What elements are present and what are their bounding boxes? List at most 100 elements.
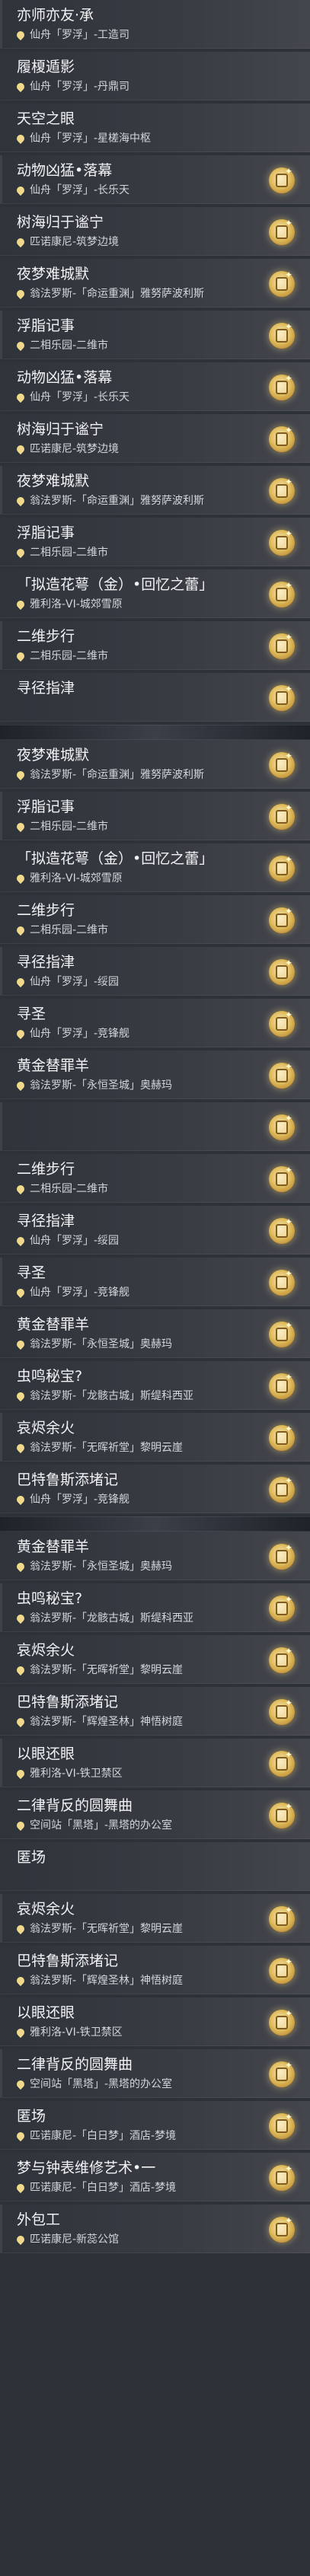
mission-location: 仙舟「罗浮」-竞锋舰 (14, 1286, 129, 1299)
location-text: 翁法罗斯-「辉煌圣林」神悟树庭 (30, 1716, 184, 1728)
mission-item[interactable]: 虫鸣秘宝? 翁法罗斯-「龙骸古城」斯缇科西亚 (0, 1361, 310, 1410)
new-mission-badge-icon[interactable] (269, 166, 295, 193)
mission-item[interactable]: 巴特鲁斯添堵记 仙舟「罗浮」-竞锋舰 (0, 1465, 310, 1513)
new-mission-badge-icon[interactable] (269, 1905, 295, 1932)
location-text: 空间站「黑塔」-黑塔的办公室 (30, 2078, 173, 2090)
mission-item[interactable]: 浮脂记事 二相乐园-二维市 (0, 311, 310, 359)
new-mission-badge-icon[interactable] (269, 854, 295, 882)
mission-item[interactable]: 夜梦难城默 翁法罗斯-「命运重渊」雅努萨波利斯 (0, 466, 310, 515)
mission-item[interactable]: 哀烬余火 翁法罗斯-「无晖祈堂」黎明云崖 (0, 1635, 310, 1684)
new-mission-badge-icon[interactable] (269, 1698, 295, 1725)
new-mission-badge-icon[interactable] (269, 1216, 295, 1244)
new-mission-badge-icon[interactable] (269, 269, 295, 297)
mission-item[interactable]: 履榎遁影 仙舟「罗浮」-丹鼎司 (0, 52, 310, 100)
mission-item[interactable]: 黄金替罪羊 翁法罗斯-「永恒圣城」奥赫玛 (0, 1309, 310, 1358)
mission-item[interactable]: 以眼还眼 雅利洛-VI-铁卫禁区 (0, 1739, 310, 1787)
new-mission-badge-icon[interactable] (269, 373, 295, 400)
mission-title: 天空之眼 (17, 110, 75, 127)
mission-item[interactable]: 寻径指津 (0, 673, 310, 722)
mission-location: 仙舟「罗浮」-绥园 (14, 1234, 119, 1248)
mission-item[interactable]: 二律背反的圆舞曲 空间站「黑塔」-黑塔的办公室 (0, 2049, 310, 2098)
location-pin-icon (14, 495, 27, 507)
mission-item[interactable] (0, 1102, 310, 1151)
mission-title: 哀烬余火 (17, 1642, 75, 1659)
new-mission-badge-icon[interactable] (269, 2008, 295, 2036)
mission-item[interactable]: 树海归于谧宁 匹诺康尼-筑梦边境 (0, 414, 310, 463)
new-mission-badge-icon[interactable] (269, 632, 295, 659)
mission-item[interactable]: 二维步行 二相乐园-二维市 (0, 895, 310, 944)
mission-item[interactable]: 以眼还眼 雅利洛-VI-铁卫禁区 (0, 1997, 310, 2046)
new-mission-badge-icon[interactable] (269, 425, 295, 452)
mission-title: 二维步行 (17, 1161, 75, 1178)
mission-item[interactable]: 黄金替罪羊 翁法罗斯-「永恒圣城」奥赫玛 (0, 1050, 310, 1099)
mission-item[interactable]: 二维步行 二相乐园-二维市 (0, 1154, 310, 1203)
new-mission-badge-icon[interactable] (269, 1061, 295, 1089)
new-mission-badge-icon[interactable] (269, 802, 295, 830)
new-mission-badge-icon[interactable] (269, 1542, 295, 1570)
new-mission-badge-icon[interactable] (269, 1009, 295, 1037)
mission-item[interactable]: 寻径指津 仙舟「罗浮」-绥园 (0, 947, 310, 996)
new-mission-badge-icon[interactable] (269, 321, 295, 349)
mission-item[interactable]: 「拟造花萼（金）•回忆之蕾」 雅利洛-VI-城郊雪原 (0, 843, 310, 892)
new-mission-badge-icon[interactable] (269, 684, 295, 711)
location-pin-icon (14, 340, 27, 352)
mission-item[interactable]: 夜梦难城默 翁法罗斯-「命运重渊」雅努萨波利斯 (0, 740, 310, 789)
new-mission-badge-icon[interactable] (269, 1372, 295, 1399)
location-pin-icon (14, 1494, 27, 1506)
mission-item[interactable]: 哀烬余火 翁法罗斯-「无晖祈堂」黎明云崖 (0, 1894, 310, 1943)
location-text: 匹诺康尼-筑梦边境 (30, 236, 120, 248)
location-pin-icon (14, 1819, 27, 1832)
new-mission-badge-icon[interactable] (269, 1646, 295, 1673)
mission-item[interactable]: 巴特鲁斯添堵记 翁法罗斯-「辉煌圣林」神悟树庭 (0, 1946, 310, 1994)
mission-item[interactable]: 亦师亦友·承 仙舟「罗浮」-工造司 (0, 0, 310, 49)
mission-item[interactable]: 梦与钟表维修艺术•一 匹诺康尼-「白日梦」酒店-梦境 (0, 2153, 310, 2201)
new-mission-badge-icon[interactable] (269, 2215, 295, 2243)
new-mission-badge-icon[interactable] (269, 751, 295, 778)
new-mission-badge-icon[interactable] (269, 1956, 295, 1984)
mission-item[interactable]: 哀烬余火 翁法罗斯-「无晖祈堂」黎明云崖 (0, 1413, 310, 1462)
mission-item[interactable]: 夜梦难城默 翁法罗斯-「命运重渊」雅努萨波利斯 (0, 259, 310, 308)
new-mission-badge-icon[interactable] (269, 2060, 295, 2087)
new-mission-badge-icon[interactable] (269, 1749, 295, 1777)
mission-item[interactable]: 二律背反的圆舞曲 空间站「黑塔」-黑塔的办公室 (0, 1790, 310, 1839)
mission-item[interactable]: 动物凶猛•落幕 仙舟「罗浮」-长乐天 (0, 155, 310, 204)
mission-item[interactable]: 外包工 匹诺康尼-新蕊公馆 (0, 2205, 310, 2253)
mission-item[interactable]: 寻圣 仙舟「罗浮」-竞锋舰 (0, 999, 310, 1047)
mission-item[interactable]: 寻径指津 仙舟「罗浮」-绥园 (0, 1206, 310, 1255)
new-mission-badge-icon[interactable] (269, 1801, 295, 1828)
mission-item[interactable]: 黄金替罪羊 翁法罗斯-「永恒圣城」奥赫玛 (0, 1532, 310, 1580)
location-pin-icon (14, 391, 27, 403)
mission-item[interactable]: 浮脂记事 二相乐园-二维市 (0, 792, 310, 840)
mission-item[interactable]: 巴特鲁斯添堵记 翁法罗斯-「辉煌圣林」神悟树庭 (0, 1687, 310, 1736)
new-mission-badge-icon[interactable] (269, 1113, 295, 1140)
new-mission-badge-icon[interactable] (269, 958, 295, 985)
mission-item[interactable]: 虫鸣秘宝? 翁法罗斯-「龙骸古城」斯缇科西亚 (0, 1583, 310, 1632)
mission-item[interactable]: 浮脂记事 二相乐园-二维市 (0, 518, 310, 566)
location-text: 翁法罗斯-「永恒圣城」奥赫玛 (30, 1561, 173, 1573)
location-pin-icon (14, 1235, 27, 1247)
mission-item[interactable]: 寻圣 仙舟「罗浮」-竞锋舰 (0, 1258, 310, 1306)
new-mission-badge-icon[interactable] (269, 906, 295, 933)
new-mission-badge-icon[interactable] (269, 528, 295, 556)
mission-item[interactable]: 天空之眼 仙舟「罗浮」-星槎海中枢 (0, 104, 310, 152)
new-mission-badge-icon[interactable] (269, 1320, 295, 1347)
new-mission-badge-icon[interactable] (269, 2112, 295, 2139)
new-mission-badge-icon[interactable] (269, 1165, 295, 1192)
mission-item[interactable]: 「拟造花萼（金）•回忆之蕾」 雅利洛-VI-城郊雪原 (0, 569, 310, 618)
location-text: 翁法罗斯-「龙骸古城」斯缇科西亚 (30, 1612, 194, 1624)
new-mission-badge-icon[interactable] (269, 1594, 295, 1621)
mission-title: 二维步行 (17, 628, 75, 645)
mission-title: 黄金替罪羊 (17, 1316, 90, 1333)
new-mission-badge-icon[interactable] (269, 218, 295, 245)
mission-item[interactable]: 二维步行 二相乐园-二维市 (0, 621, 310, 670)
mission-item[interactable]: 匿场 匹诺康尼-「白日梦」酒店-梦境 (0, 2101, 310, 2150)
new-mission-badge-icon[interactable] (269, 477, 295, 504)
mission-item[interactable]: 树海归于谧宁 匹诺康尼-筑梦边境 (0, 207, 310, 256)
new-mission-badge-icon[interactable] (269, 1475, 295, 1503)
mission-item[interactable]: 动物凶猛•落幕 仙舟「罗浮」-长乐天 (0, 362, 310, 411)
new-mission-badge-icon[interactable] (269, 1268, 295, 1296)
new-mission-badge-icon[interactable] (269, 2163, 295, 2191)
new-mission-badge-icon[interactable] (269, 1423, 295, 1451)
new-mission-badge-icon[interactable] (269, 580, 295, 607)
mission-item[interactable]: 匿场 (0, 1842, 310, 1891)
